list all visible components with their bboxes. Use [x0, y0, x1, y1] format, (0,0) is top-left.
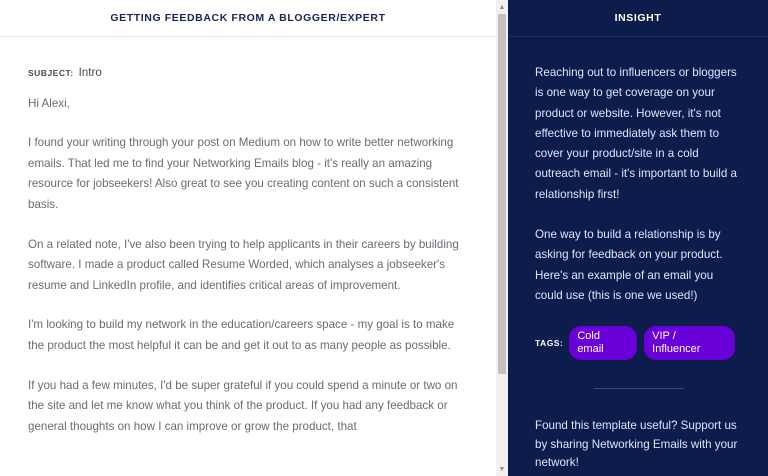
- scroll-down-arrow-icon[interactable]: ▼: [496, 463, 508, 475]
- subject-value: Intro: [78, 66, 102, 79]
- insight-paragraph: One way to build a relationship is by as…: [535, 228, 723, 302]
- email-paragraph: On a related note, I've also been trying…: [28, 237, 459, 292]
- email-greeting: Hi Alexi,: [28, 96, 70, 110]
- email-panel-scrollbar[interactable]: ▲ ▼: [496, 0, 508, 476]
- subject-line: SUBJECT: Intro: [28, 63, 466, 84]
- email-paragraph: I'm looking to build my network in the e…: [28, 318, 455, 352]
- scroll-up-arrow-icon[interactable]: ▲: [496, 1, 508, 13]
- email-panel-header: GETTING FEEDBACK FROM A BLOGGER/EXPERT: [0, 0, 496, 37]
- tag-cold-email[interactable]: Cold email: [569, 326, 638, 361]
- share-cta-text: Found this template useful? Support us b…: [535, 419, 738, 470]
- insight-panel: INSIGHT Reaching out to influencers or b…: [508, 0, 768, 476]
- email-panel-title: GETTING FEEDBACK FROM A BLOGGER/EXPERT: [110, 12, 386, 24]
- tags-row: TAGS: Cold email VIP / Influencer: [535, 326, 742, 361]
- tags-label: TAGS:: [535, 338, 564, 349]
- tag-vip-influencer[interactable]: VIP / Influencer: [644, 326, 735, 361]
- insight-panel-header: INSIGHT: [508, 0, 768, 37]
- email-paragraph: I found your writing through your post o…: [28, 136, 459, 211]
- insight-body: Reaching out to influencers or bloggers …: [508, 37, 768, 473]
- divider: [593, 388, 684, 390]
- scrollbar-thumb[interactable]: [498, 14, 506, 374]
- insight-paragraph: Reaching out to influencers or bloggers …: [535, 66, 737, 201]
- email-body[interactable]: SUBJECT: Intro Hi Alexi, I found your wr…: [0, 37, 496, 437]
- subject-label: SUBJECT:: [28, 68, 74, 78]
- insight-panel-title: INSIGHT: [614, 12, 662, 24]
- email-template-panel: GETTING FEEDBACK FROM A BLOGGER/EXPERT S…: [0, 0, 496, 476]
- email-paragraph: If you had a few minutes, I'd be super g…: [28, 378, 458, 433]
